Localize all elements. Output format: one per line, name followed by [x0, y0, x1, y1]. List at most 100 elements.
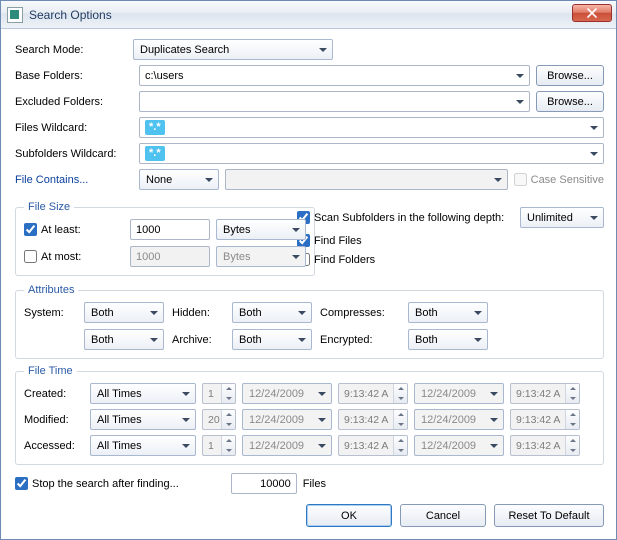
- stop-after-input[interactable]: [15, 477, 28, 490]
- accessed-mode-dropdown[interactable]: All Times: [90, 435, 196, 456]
- modified-date1: 12/24/2009: [242, 409, 332, 430]
- modified-n-value: 20: [208, 414, 220, 426]
- subfolders-wildcard-token: *.*: [145, 146, 165, 161]
- at-least-unit: Bytes: [223, 224, 251, 236]
- attr-hidden-value: Both: [239, 307, 262, 319]
- subfolders-wildcard-label: Subfolders Wildcard:: [15, 148, 133, 160]
- close-button[interactable]: [572, 4, 612, 22]
- created-date1: 12/24/2009: [242, 383, 332, 404]
- at-least-input[interactable]: [24, 223, 37, 236]
- subfolders-wildcard-input[interactable]: *.*: [139, 143, 604, 164]
- attr-encrypted-dropdown[interactable]: Both: [408, 329, 488, 350]
- case-sensitive-input: [514, 173, 527, 186]
- search-options-dialog: Search Options Search Mode: Duplicates S…: [0, 0, 617, 540]
- files-suffix-label: Files: [303, 478, 326, 490]
- modified-date2: 12/24/2009: [414, 409, 504, 430]
- created-mode-dropdown[interactable]: All Times: [90, 383, 196, 404]
- case-sensitive-label: Case Sensitive: [531, 174, 604, 186]
- accessed-date1: 12/24/2009: [242, 435, 332, 456]
- at-most-label: At most:: [41, 251, 81, 263]
- file-contains-link[interactable]: File Contains...: [15, 174, 133, 186]
- attr-encrypted-label: Encrypted:: [320, 334, 400, 346]
- attr-compresses-dropdown[interactable]: Both: [408, 302, 488, 323]
- base-folders-value: c:\users: [145, 70, 184, 82]
- created-n-value: 1: [208, 388, 214, 400]
- search-mode-value: Duplicates Search: [140, 44, 229, 56]
- find-files-label: Find Files: [314, 235, 362, 247]
- accessed-time1: 9:13:42 A: [338, 435, 408, 456]
- attr-hidden-label: Hidden:: [172, 307, 224, 319]
- accessed-date2: 12/24/2009: [414, 435, 504, 456]
- case-sensitive-checkbox[interactable]: Case Sensitive: [514, 173, 604, 186]
- attr-system-label: System:: [24, 307, 76, 319]
- reset-to-default-button[interactable]: Reset To Default: [494, 504, 604, 527]
- depth-dropdown[interactable]: Unlimited: [520, 207, 604, 228]
- search-mode-dropdown[interactable]: Duplicates Search: [133, 39, 333, 60]
- attr-readonly-dropdown[interactable]: Both: [84, 329, 164, 350]
- attr-archive-dropdown[interactable]: Both: [232, 329, 312, 350]
- files-wildcard-input[interactable]: *.*: [139, 117, 604, 138]
- accessed-label: Accessed:: [24, 440, 84, 452]
- at-least-checkbox[interactable]: At least:: [24, 223, 124, 236]
- attr-system-dropdown[interactable]: Both: [84, 302, 164, 323]
- created-n-spinner: 1: [202, 383, 236, 404]
- stop-after-value: 10000: [260, 478, 291, 490]
- modified-n-spinner: 20: [202, 409, 236, 430]
- files-wildcard-token: *.*: [145, 120, 165, 135]
- search-mode-label: Search Mode:: [15, 44, 133, 56]
- accessed-n-value: 1: [208, 440, 214, 452]
- created-label: Created:: [24, 388, 84, 400]
- cancel-button[interactable]: Cancel: [400, 504, 486, 527]
- attr-compresses-value: Both: [415, 307, 438, 319]
- excluded-folders-input[interactable]: [139, 91, 530, 112]
- at-most-checkbox[interactable]: At most:: [24, 250, 124, 263]
- find-files-checkbox[interactable]: Find Files: [297, 234, 362, 247]
- attr-hidden-dropdown[interactable]: Both: [232, 302, 312, 323]
- at-most-unit-dropdown: Bytes: [216, 246, 306, 267]
- find-folders-checkbox[interactable]: Find Folders: [297, 253, 375, 266]
- at-least-label: At least:: [41, 224, 81, 236]
- stop-after-label: Stop the search after finding...: [32, 478, 179, 490]
- depth-value: Unlimited: [527, 212, 573, 224]
- app-icon: [7, 7, 23, 23]
- attr-system-value: Both: [91, 307, 114, 319]
- attr-archive-label: Archive:: [172, 334, 224, 346]
- file-time-legend: File Time: [24, 365, 77, 377]
- stop-after-checkbox[interactable]: Stop the search after finding...: [15, 477, 179, 490]
- at-most-unit: Bytes: [223, 251, 251, 263]
- file-time-group: File Time Created: All Times 1 12/24/200…: [15, 365, 604, 465]
- base-folders-browse-button[interactable]: Browse...: [536, 65, 604, 86]
- attr-encrypted-value: Both: [415, 334, 438, 346]
- attr-archive-value: Both: [239, 334, 262, 346]
- attributes-group: Attributes System: Both Hidden: Both Com…: [15, 284, 604, 359]
- at-least-unit-dropdown[interactable]: Bytes: [216, 219, 306, 240]
- ok-button[interactable]: OK: [306, 504, 392, 527]
- modified-mode-value: All Times: [97, 414, 142, 426]
- scan-subfolders-label: Scan Subfolders in the following depth:: [314, 212, 504, 224]
- file-contains-mode-value: None: [146, 174, 172, 186]
- modified-mode-dropdown[interactable]: All Times: [90, 409, 196, 430]
- window-title: Search Options: [29, 8, 112, 22]
- at-most-value-input: 1000: [130, 246, 210, 267]
- file-contains-mode-dropdown[interactable]: None: [139, 169, 219, 190]
- created-time2: 9:13:42 A: [510, 383, 580, 404]
- created-date2: 12/24/2009: [414, 383, 504, 404]
- at-least-value: 1000: [136, 224, 160, 236]
- file-size-group: File Size At least: 1000 Bytes: [15, 201, 315, 276]
- accessed-n-spinner: 1: [202, 435, 236, 456]
- at-most-input[interactable]: [24, 250, 37, 263]
- base-folders-label: Base Folders:: [15, 70, 133, 82]
- base-folders-input[interactable]: c:\users: [139, 65, 530, 86]
- accessed-time2: 9:13:42 A: [510, 435, 580, 456]
- attr-readonly-value: Both: [91, 334, 114, 346]
- scan-subfolders-checkbox[interactable]: Scan Subfolders in the following depth:: [297, 211, 504, 224]
- files-wildcard-label: Files Wildcard:: [15, 122, 133, 134]
- stop-after-count-input[interactable]: 10000: [231, 473, 297, 494]
- find-folders-label: Find Folders: [314, 254, 375, 266]
- file-size-legend: File Size: [24, 201, 74, 213]
- created-time1: 9:13:42 A: [338, 383, 408, 404]
- excluded-folders-browse-button[interactable]: Browse...: [536, 91, 604, 112]
- excluded-folders-label: Excluded Folders:: [15, 96, 133, 108]
- attributes-legend: Attributes: [24, 284, 78, 296]
- at-least-value-input[interactable]: 1000: [130, 219, 210, 240]
